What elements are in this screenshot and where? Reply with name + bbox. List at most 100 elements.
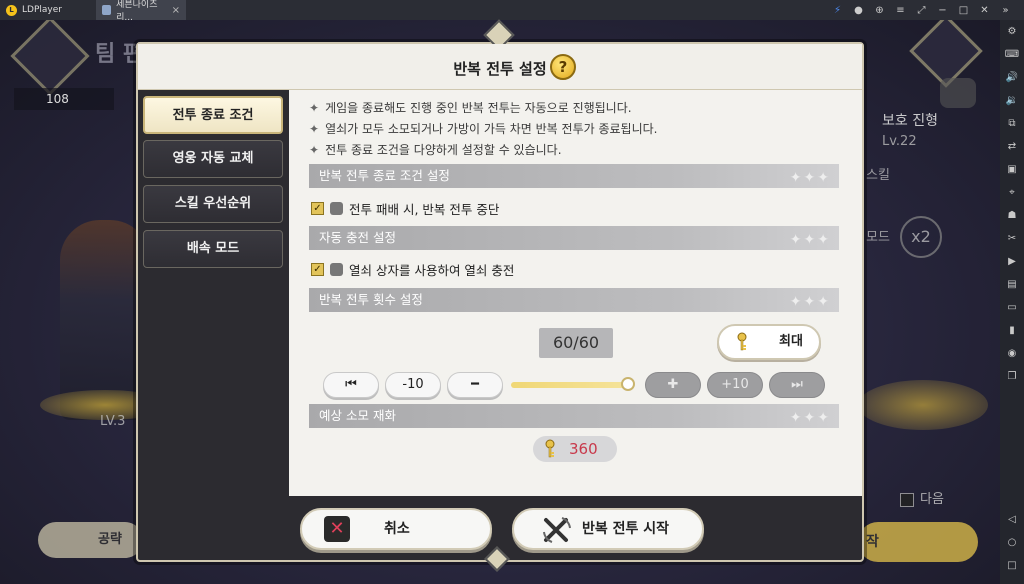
plus-icon: ✚ [667, 377, 679, 392]
option-stop-on-defeat-label: 전투 패배 시, 반복 전투 중단 [349, 202, 500, 217]
section-end-condition-label: 반복 전투 종료 조건 설정 [319, 168, 450, 183]
emulator-titlebar: L LDPlayer 세븐나이츠 리... × ⚡ ● ⊕ ≡ ⤢ − □ ✕ … [0, 0, 1024, 23]
multi-window-icon[interactable]: ⧉ [1000, 112, 1024, 135]
minimize-icon[interactable]: − [932, 5, 953, 16]
repeat-battle-dialog: 반복 전투 설정 ? 전투 종료 조건 영웅 자동 교체 스킬 우선순위 배속 … [136, 19, 864, 572]
note-3: ✦ 전투 종료 조건을 다양하게 설정할 수 있습니다. [309, 141, 562, 158]
option-charge-with-box[interactable]: ✓ 열쇠 상자를 사용하여 열쇠 충전 [311, 260, 514, 279]
note-2: ✦ 열쇠가 모두 소모되거나 가방이 가득 차면 반복 전투가 종료됩니다. [309, 120, 657, 137]
fullscreen-icon[interactable]: ⤢ [911, 5, 932, 16]
note-1: ✦ 게임을 종료해도 진행 중인 반복 전투는 자동으로 진행됩니다. [309, 99, 632, 116]
scissors-icon[interactable]: ✂ [1000, 227, 1024, 250]
bg-next-label: 다음 [920, 492, 944, 507]
note-3-text: 전투 종료 조건을 다양하게 설정할 수 있습니다. [325, 143, 562, 157]
tab-end-condition[interactable]: 전투 종료 조건 [143, 96, 283, 134]
recent-apps-icon[interactable]: □ [1000, 554, 1024, 577]
bolt-icon[interactable]: ⚡ [827, 5, 848, 16]
key-icon [737, 332, 747, 351]
volume-down-icon[interactable]: 🔉 [1000, 89, 1024, 112]
team-emblem-icon [10, 20, 90, 96]
tab-game[interactable]: 세븐나이츠 리... × [96, 0, 186, 23]
cancel-button-label: 취소 [384, 521, 410, 537]
section-deco-icon: ✦✦✦ [789, 294, 831, 310]
start-repeat-battle-button[interactable]: 반복 전투 시작 [512, 508, 704, 550]
repeat-count-display: 60/60 [539, 328, 613, 358]
sparkle-icon: ✦ [309, 101, 320, 115]
macro-icon[interactable]: ▤ [1000, 273, 1024, 296]
option-stop-on-defeat[interactable]: ✓ 전투 패배 시, 반복 전투 중단 [311, 199, 499, 218]
copy-icon[interactable]: ❐ [1000, 365, 1024, 388]
key-icon [545, 439, 555, 458]
key-box-icon [330, 263, 343, 276]
install-apk-icon[interactable]: ▣ [1000, 158, 1024, 181]
window-controls: ⚡ ● ⊕ ≡ ⤢ − □ ✕ » [827, 0, 1016, 20]
note-1-text: 게임을 종료해도 진행 중인 반복 전투는 자동으로 진행됩니다. [325, 101, 632, 115]
bg-hero-level: LV.3 [100, 414, 126, 429]
sparkle-icon: ✦ [309, 143, 320, 157]
skip-to-max-icon: ⏭ [791, 377, 803, 392]
bg-attack-button: 공략 [38, 522, 143, 558]
tab-speed-mode[interactable]: 배속 모드 [143, 230, 283, 268]
bg-speed-multiplier: x2 [900, 216, 942, 258]
checkbox-checked-icon[interactable]: ✓ [311, 263, 324, 276]
section-repeat-count: 반복 전투 횟수 설정 ✦✦✦ [309, 288, 839, 312]
note-2-text: 열쇠가 모두 소모되거나 가방이 가득 차면 반복 전투가 종료됩니다. [325, 122, 658, 136]
back-icon[interactable]: ◁ [1000, 508, 1024, 531]
account-icon[interactable]: ● [848, 5, 869, 16]
settings-icon[interactable]: ⚙ [1000, 20, 1024, 43]
section-deco-icon: ✦✦✦ [789, 170, 831, 186]
checkbox-icon [900, 492, 914, 507]
tab-auto-hero-swap[interactable]: 영웅 자동 교체 [143, 140, 283, 178]
emulator-sidebar: ⚙ ⌨ 🔊 🔉 ⧉ ⇄ ▣ ⌖ ☗ ✂ ▶ ▤ ▭ ▮ ◉ ❐ ◁ ○ □ [1000, 20, 1024, 584]
gamepad-icon[interactable]: ⊕ [869, 5, 890, 16]
close-icon[interactable]: ✕ [974, 5, 995, 16]
cancel-button[interactable]: ✕ 취소 [300, 508, 492, 550]
record-icon[interactable]: ▶ [1000, 250, 1024, 273]
skip-to-min-icon: ⏮ [345, 377, 357, 392]
section-expected-cost: 예상 소모 재화 ✦✦✦ [309, 404, 839, 428]
max-button[interactable]: 최대 [717, 324, 821, 360]
decrement-button[interactable]: ━ [447, 372, 503, 398]
sparkle-icon: ✦ [309, 122, 320, 136]
maximize-icon[interactable]: □ [953, 5, 974, 16]
shared-folder-icon[interactable]: ▭ [1000, 296, 1024, 319]
home-icon[interactable]: ○ [1000, 531, 1024, 554]
menu-icon[interactable]: ≡ [890, 5, 911, 16]
robot-icon[interactable]: ☗ [1000, 204, 1024, 227]
slider-handle[interactable] [621, 377, 635, 391]
checkbox-checked-icon[interactable]: ✓ [311, 202, 324, 215]
cancel-icon: ✕ [324, 516, 350, 542]
app-name-area: L LDPlayer [0, 0, 96, 20]
tab-skill-priority[interactable]: 스킬 우선순위 [143, 185, 283, 223]
section-deco-icon: ✦✦✦ [789, 410, 831, 426]
help-icon[interactable]: ? [550, 54, 576, 80]
app-name: LDPlayer [22, 5, 62, 15]
bg-start-button: 작 [858, 522, 978, 562]
screenshot-icon[interactable]: ⌖ [1000, 181, 1024, 204]
location-icon[interactable]: ◉ [1000, 342, 1024, 365]
max-skip-button[interactable]: ⏭ [769, 372, 825, 398]
dialog-title: 반복 전투 설정 [453, 60, 547, 78]
crossed-swords-icon [543, 517, 571, 543]
expected-cost-value: 360 [569, 440, 598, 458]
section-auto-charge-label: 자동 충전 설정 [319, 230, 396, 245]
tab-close-icon[interactable]: × [172, 5, 180, 16]
max-button-label: 최대 [779, 334, 803, 349]
repeat-count-slider[interactable] [511, 382, 629, 388]
section-repeat-count-label: 반복 전투 횟수 설정 [319, 292, 423, 307]
volume-up-icon[interactable]: 🔊 [1000, 66, 1024, 89]
plus-10-button[interactable]: +10 [707, 372, 763, 398]
minus-icon: ━ [471, 377, 479, 392]
expected-cost: 360 [533, 436, 617, 462]
increment-button[interactable]: ✚ [645, 372, 701, 398]
minus-10-button[interactable]: -10 [385, 372, 441, 398]
sync-icon[interactable]: ⇄ [1000, 135, 1024, 158]
ldplayer-logo-icon: L [6, 4, 17, 16]
section-deco-icon: ✦✦✦ [789, 232, 831, 248]
min-button[interactable]: ⏮ [323, 372, 379, 398]
bg-next-checkbox: 다음 [900, 488, 944, 507]
expand-sidebar-icon[interactable]: » [995, 5, 1016, 16]
folder-icon[interactable]: ▮ [1000, 319, 1024, 342]
keyboard-icon[interactable]: ⌨ [1000, 43, 1024, 66]
bg-mode-label: 모드 [866, 230, 890, 245]
